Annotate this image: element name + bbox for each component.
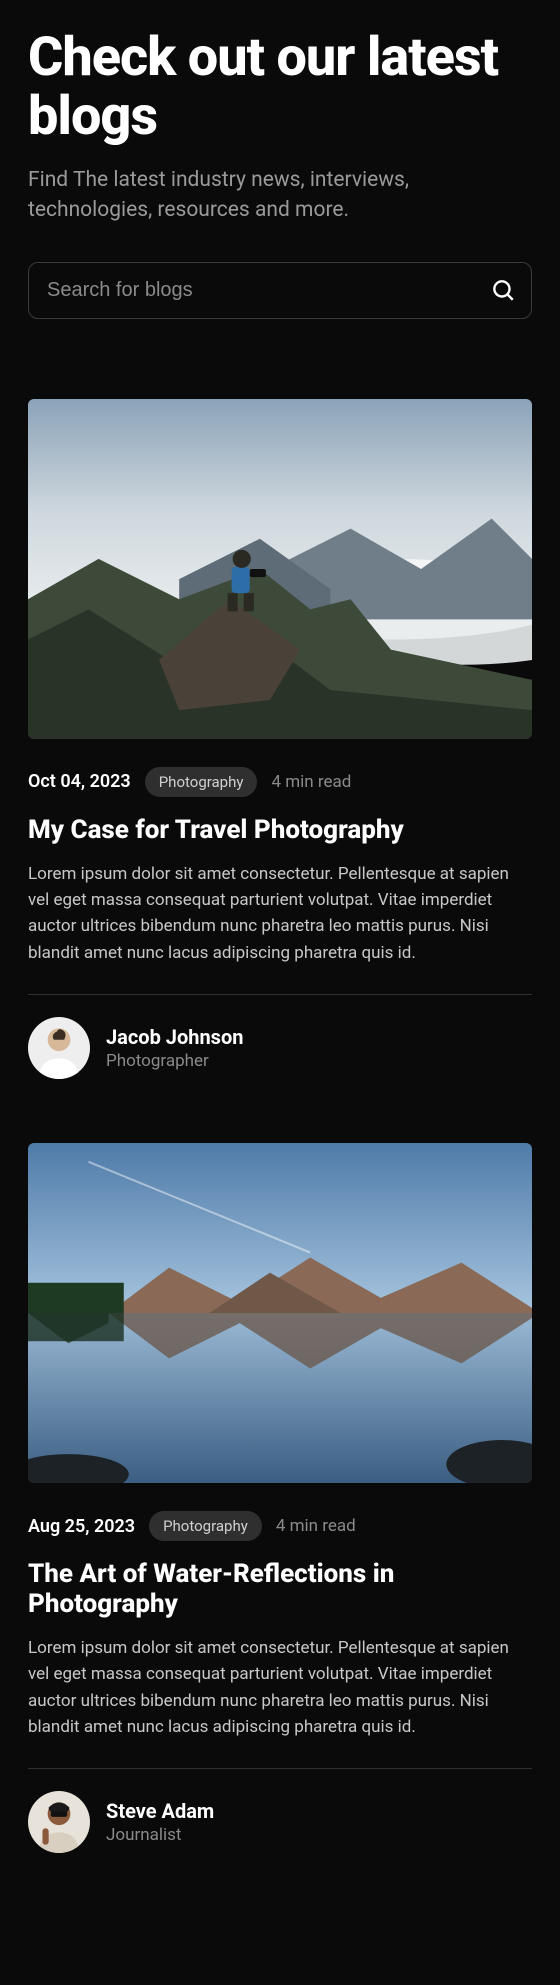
author-name: Jacob Johnson [106, 1025, 243, 1049]
post-image [28, 1143, 532, 1483]
search-input[interactable] [28, 262, 532, 319]
search-icon[interactable] [490, 277, 516, 303]
author-row: Steve Adam Journalist [28, 1791, 532, 1853]
author-name: Steve Adam [106, 1799, 214, 1823]
author-role: Journalist [106, 1825, 214, 1845]
author-info: Jacob Johnson Photographer [106, 1025, 243, 1071]
page-subtitle: Find The latest industry news, interview… [28, 165, 532, 226]
post-date: Aug 25, 2023 [28, 1516, 135, 1537]
post-meta: Oct 04, 2023 Photography 4 min read [28, 767, 532, 797]
author-role: Photographer [106, 1051, 243, 1071]
post-date: Oct 04, 2023 [28, 771, 131, 792]
blog-post: Aug 25, 2023 Photography 4 min read The … [28, 1143, 532, 1853]
post-category-tag[interactable]: Photography [145, 767, 258, 797]
post-read-time: 4 min read [276, 1516, 356, 1536]
post-excerpt: Lorem ipsum dolor sit amet consectetur. … [28, 861, 532, 966]
post-meta: Aug 25, 2023 Photography 4 min read [28, 1511, 532, 1541]
blog-post: Oct 04, 2023 Photography 4 min read My C… [28, 399, 532, 1079]
post-image [28, 399, 532, 739]
post-title[interactable]: The Art of Water-Reflections in Photogra… [28, 1559, 532, 1619]
post-category-tag[interactable]: Photography [149, 1511, 262, 1541]
page-title: Check out our latest blogs [28, 28, 532, 147]
post-excerpt: Lorem ipsum dolor sit amet consectetur. … [28, 1635, 532, 1740]
author-row: Jacob Johnson Photographer [28, 1017, 532, 1079]
divider [28, 994, 532, 995]
post-read-time: 4 min read [271, 772, 351, 792]
author-avatar [28, 1791, 90, 1853]
divider [28, 1768, 532, 1769]
search-container [28, 262, 532, 319]
author-avatar [28, 1017, 90, 1079]
author-info: Steve Adam Journalist [106, 1799, 214, 1845]
page-header: Check out our latest blogs Find The late… [28, 28, 532, 319]
post-title[interactable]: My Case for Travel Photography [28, 815, 532, 845]
